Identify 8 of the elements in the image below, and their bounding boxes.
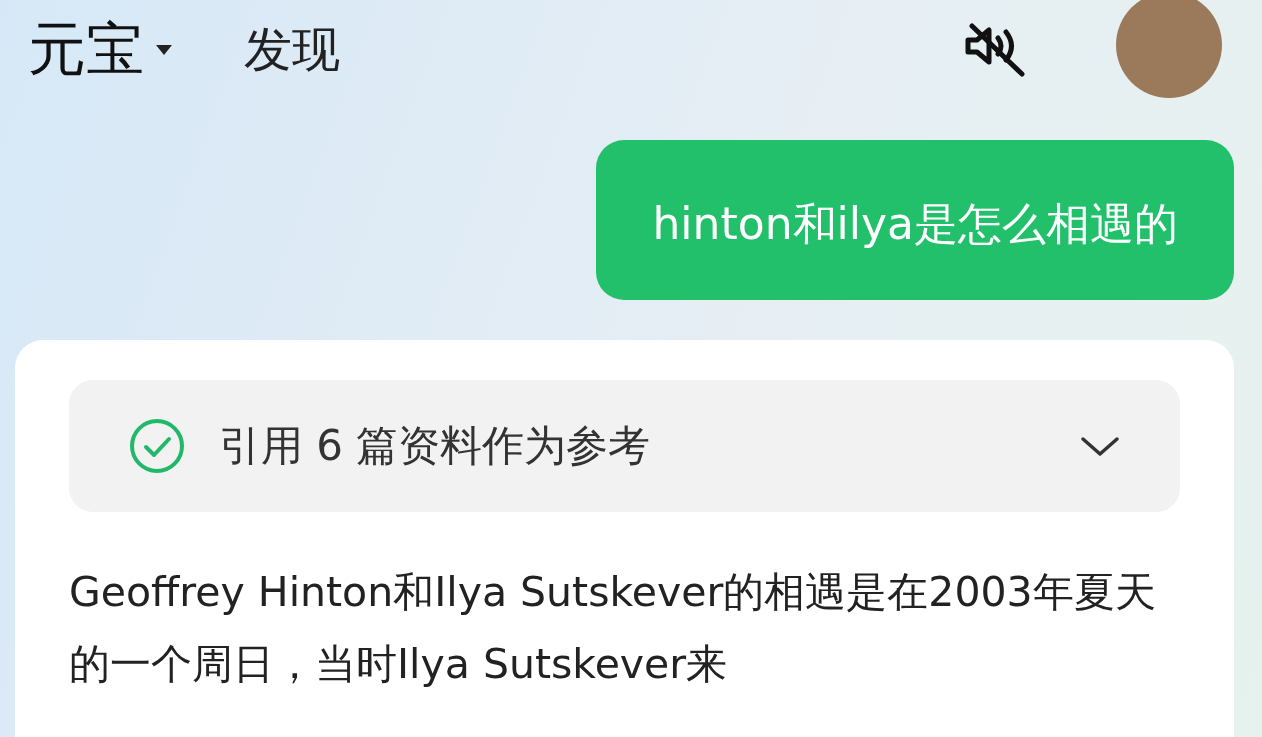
app-menu-button[interactable]: 元宝 [28,11,174,89]
user-message: hinton和ilya是怎么相遇的 [596,140,1234,300]
answer-text: Geoffrey Hinton和Ilya Sutskever的相遇是在2003年夏天的一个周日，当时Ilya Sutskever来 [69,567,1157,690]
chevron-icon [1080,435,1120,457]
tab[interactable]: 发现 [244,18,340,82]
caret-icon [154,43,174,57]
references-toggle[interactable]: 引用 6 篇资料作为参考 [69,380,1180,512]
check-circle-icon [129,418,185,474]
